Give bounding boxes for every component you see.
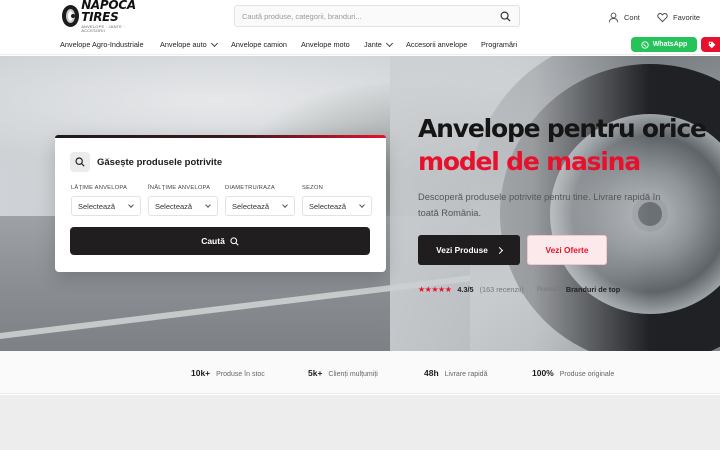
tire-finder-card: Găsește produsele potrivite LĂȚIME ANVEL…	[55, 135, 386, 272]
search-bar	[234, 5, 520, 27]
nav-item-anvelope-agro[interactable]: Anvelope Agro-Industriale	[60, 40, 144, 49]
logo-tagline: ANVELOPE · JANTE · ACCESORII	[81, 23, 126, 33]
favorites-link[interactable]: Favorite	[657, 10, 700, 24]
heart-icon	[657, 12, 668, 22]
search-icon[interactable]	[500, 11, 511, 22]
hero-title: Anvelope pentru orice model de masina	[418, 112, 707, 178]
view-products-button[interactable]: Vezi Produse	[418, 235, 520, 265]
nav-item-programari[interactable]: Programări	[481, 40, 517, 49]
nav-item-accesorii[interactable]: Accesorii anvelope	[406, 40, 467, 49]
stat-item: 10k+ Produse în stoc	[191, 368, 265, 378]
season-select[interactable]: Selectează	[302, 196, 372, 216]
width-field: LĂȚIME ANVELOPA Selectează	[71, 185, 141, 216]
width-select[interactable]: Selectează	[71, 196, 141, 216]
offers-tag-button[interactable]	[701, 37, 720, 52]
finder-title: Găsește produsele potrivite	[97, 156, 223, 168]
nav-item-anvelope-moto[interactable]: Anvelope moto	[301, 40, 350, 49]
stats-bar: 10k+ Produse în stoc 5k+ Clienți mulțumi…	[0, 351, 720, 394]
user-icon	[608, 12, 619, 22]
brands-label: Branduri de top	[565, 284, 621, 294]
divider	[529, 284, 531, 294]
chevron-down-icon	[359, 201, 365, 208]
chevron-down-icon	[385, 39, 393, 47]
view-offers-button[interactable]: Vezi Oferte	[527, 235, 607, 265]
tag-icon	[708, 41, 716, 48]
search-input[interactable]	[235, 6, 485, 27]
stat-item: 5k+ Clienți mulțumiți	[308, 368, 378, 378]
nav-item-anvelope-camion[interactable]: Anvelope camion	[231, 40, 287, 49]
main-nav: Anvelope Agro-Industriale Anvelope auto …	[0, 34, 720, 55]
account-link[interactable]: Cont	[608, 10, 640, 24]
rating-stars-icon: ★★★★★	[418, 284, 452, 294]
hero-title-line1: Anvelope pentru orice	[418, 114, 707, 143]
chevron-down-icon	[210, 39, 218, 47]
site-logo[interactable]: NAPOCA TIRES ANVELOPE · JANTE · ACCESORI…	[62, 0, 144, 32]
diameter-field: DIAMETRU/RAZA Selectează	[225, 185, 295, 216]
hero-title-line2: model de masina	[418, 147, 641, 176]
chevron-right-icon	[495, 246, 503, 254]
whatsapp-button[interactable]: WhatsApp	[631, 37, 697, 52]
search-icon	[230, 236, 239, 246]
stat-item: 48h Livrare rapidă	[424, 368, 488, 378]
chevron-down-icon	[205, 201, 211, 208]
chevron-down-icon	[128, 201, 134, 208]
rating-summary: ★★★★★ 4.3/5 (163 recenzii) Premium Brand…	[418, 284, 620, 294]
diameter-select[interactable]: Selectează	[225, 196, 295, 216]
whatsapp-icon	[641, 40, 649, 49]
hero-description: Descoperă produsele potrivite pentru tin…	[418, 192, 661, 218]
finder-search-button[interactable]: Caută	[70, 227, 370, 255]
brands-prefix: Premium	[536, 285, 563, 293]
stat-item: 100% Produse originale	[532, 368, 615, 378]
height-select[interactable]: Selectează	[148, 196, 218, 216]
nav-item-anvelope-auto[interactable]: Anvelope auto	[160, 39, 218, 49]
next-section	[0, 395, 720, 450]
tire-logo-icon	[62, 4, 80, 27]
chevron-down-icon	[282, 201, 288, 208]
season-field: SEZON Selectează	[302, 185, 372, 216]
height-field: ÎNĂLȚIME ANVELOPA Selectează	[148, 185, 218, 216]
search-icon	[70, 152, 90, 172]
rating-score: 4.3/5	[457, 284, 474, 294]
logo-name: NAPOCA TIRES	[81, 0, 136, 24]
nav-item-jante[interactable]: Jante	[364, 39, 393, 49]
favorites-label: Favorite	[673, 12, 701, 22]
account-label: Cont	[624, 12, 640, 22]
rating-count: (163 recenzii)	[479, 284, 524, 294]
top-header: NAPOCA TIRES ANVELOPE · JANTE · ACCESORI…	[0, 0, 720, 34]
